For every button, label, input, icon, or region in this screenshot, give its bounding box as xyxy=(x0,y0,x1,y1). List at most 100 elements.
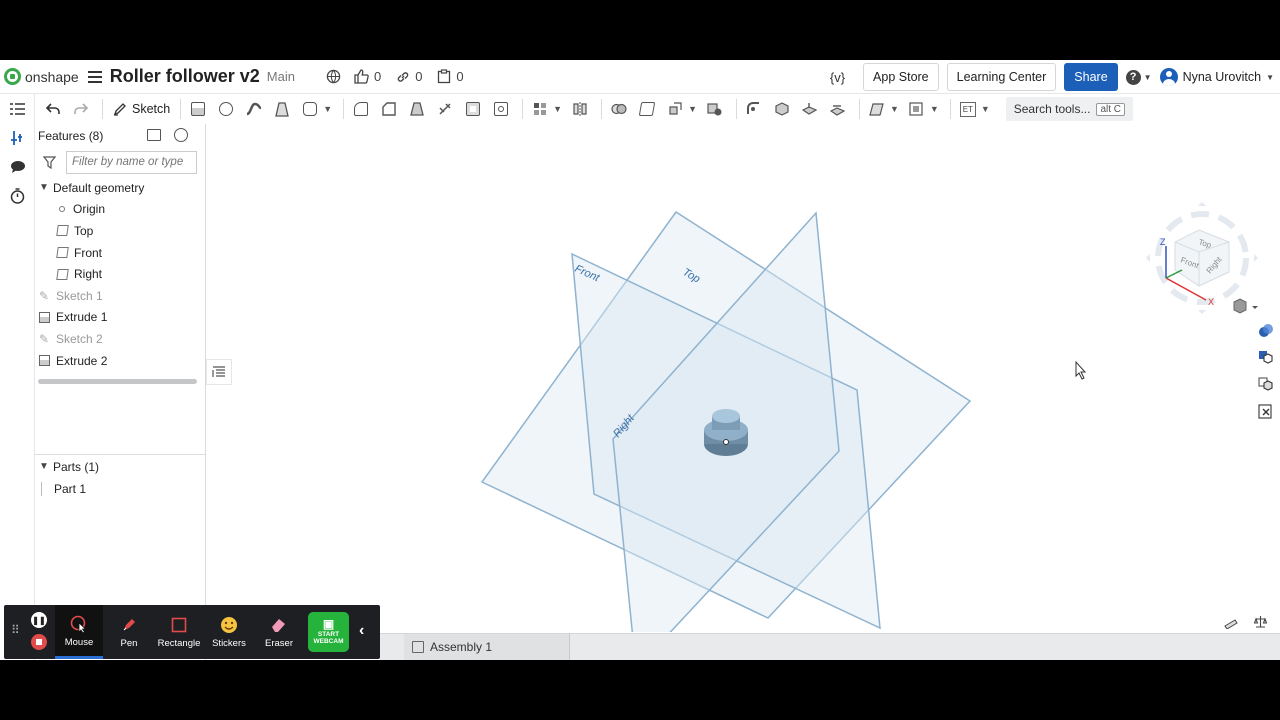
tree-group-parts[interactable]: ▼ Parts (1) xyxy=(35,456,99,478)
undo-icon[interactable] xyxy=(41,97,65,121)
rollback-timer-icon[interactable] xyxy=(174,128,188,142)
mass-properties-icon[interactable] xyxy=(1253,615,1268,633)
replace-face-icon[interactable] xyxy=(826,97,850,121)
fillet-icon[interactable] xyxy=(349,97,373,121)
chevron-down-icon[interactable]: ▼ xyxy=(553,104,562,114)
variables-icon[interactable]: {v} xyxy=(830,70,845,85)
measure-icon[interactable] xyxy=(1224,616,1238,634)
rollback-bar[interactable] xyxy=(38,379,197,385)
variable-table-icon[interactable] xyxy=(1254,400,1278,424)
hole-icon[interactable] xyxy=(489,97,513,121)
feature-sketch-1[interactable]: ✎ Sketch 1 xyxy=(35,285,205,307)
delete-face-icon[interactable] xyxy=(770,97,794,121)
plane-icon[interactable] xyxy=(865,97,889,121)
add-folder-icon[interactable] xyxy=(147,129,161,141)
tool-mouse[interactable]: Mouse xyxy=(55,605,103,659)
parts-divider xyxy=(35,454,206,455)
help-menu[interactable]: ? ▼ xyxy=(1125,69,1152,85)
feature-origin[interactable]: Origin xyxy=(35,199,205,221)
pause-icon[interactable]: ❚❚ xyxy=(31,612,47,628)
feature-toolbar: Sketch ▼ ▼ ▼ ▼ ▼ ET ▼ Search tools... al… xyxy=(35,94,1280,124)
like-button[interactable]: 0 xyxy=(353,69,381,84)
drag-handle-icon[interactable]: ⠿ xyxy=(11,623,20,637)
modify-fillet-icon[interactable] xyxy=(742,97,766,121)
extrude-icon[interactable] xyxy=(186,97,210,121)
feature-right-plane[interactable]: Right xyxy=(35,263,205,285)
plane-icon xyxy=(56,247,69,259)
rib-icon[interactable] xyxy=(433,97,457,121)
part-item[interactable]: Part 1 xyxy=(35,478,86,500)
tab-assembly-1[interactable]: Assembly 1 xyxy=(404,634,570,660)
delete-part-icon[interactable] xyxy=(703,97,727,121)
chevron-down-icon: ▼ xyxy=(1143,72,1152,82)
tool-pen[interactable]: Pen xyxy=(105,605,153,659)
graphics-viewport[interactable]: Front Top Right Top Front Right Z X xyxy=(206,124,1280,660)
chevron-down-icon[interactable]: ▼ xyxy=(35,182,53,193)
share-button[interactable]: Share xyxy=(1064,63,1118,91)
tree-group-default-geometry[interactable]: ▼ Default geometry xyxy=(35,177,205,199)
appearance-icon[interactable] xyxy=(1254,319,1278,343)
comments-icon[interactable] xyxy=(0,152,35,181)
chevron-down-icon[interactable]: ▼ xyxy=(981,104,990,114)
chevron-down-icon[interactable]: ▼ xyxy=(35,461,53,472)
main-menu-icon[interactable] xyxy=(87,70,102,83)
thumbs-up-icon xyxy=(354,69,369,84)
public-globe-icon[interactable] xyxy=(326,69,341,84)
feature-top-plane[interactable]: Top xyxy=(35,220,205,242)
draft-icon[interactable] xyxy=(405,97,429,121)
chevron-down-icon: ▼ xyxy=(1266,72,1274,82)
move-face-icon[interactable] xyxy=(798,97,822,121)
section-view-icon[interactable] xyxy=(1254,373,1278,397)
configurations-icon[interactable] xyxy=(0,123,35,152)
chamfer-icon[interactable] xyxy=(377,97,401,121)
app-store-button[interactable]: App Store xyxy=(863,63,939,91)
sweep-icon[interactable] xyxy=(242,97,266,121)
loft-icon[interactable] xyxy=(270,97,294,121)
thicken-icon[interactable] xyxy=(298,97,322,121)
document-title[interactable]: Roller follower v2 xyxy=(110,66,260,87)
filter-input[interactable] xyxy=(66,150,197,174)
copies-button[interactable]: 0 xyxy=(437,69,464,84)
tool-stickers[interactable]: Stickers xyxy=(205,605,253,659)
group-label: Default geometry xyxy=(53,180,145,195)
tool-eraser[interactable]: Eraser xyxy=(255,605,303,659)
collapse-chevron-icon[interactable]: ‹ xyxy=(359,622,364,640)
shell-icon[interactable] xyxy=(461,97,485,121)
redo-icon[interactable] xyxy=(69,97,93,121)
workspace-branch[interactable]: Main xyxy=(267,69,295,84)
parts-view-icon[interactable] xyxy=(1254,346,1278,370)
svg-text:Z: Z xyxy=(1160,237,1166,247)
eraser-icon xyxy=(270,615,288,635)
mirror-icon[interactable] xyxy=(568,97,592,121)
feature-sketch-2[interactable]: ✎ Sketch 2 xyxy=(35,328,205,350)
version-history-icon[interactable] xyxy=(0,181,35,210)
pattern-icon[interactable] xyxy=(528,97,552,121)
sketch-button[interactable]: Sketch xyxy=(108,102,175,116)
chevron-down-icon[interactable]: ▼ xyxy=(930,104,939,114)
tool-rectangle[interactable]: Rectangle xyxy=(155,605,203,659)
stop-icon[interactable] xyxy=(31,634,47,650)
clipboard-icon xyxy=(438,69,451,84)
start-webcam-button[interactable]: ▣ START WEBCAM xyxy=(308,612,349,652)
feature-front-plane[interactable]: Front xyxy=(35,242,205,264)
user-name: Nyna Urovitch xyxy=(1182,70,1262,84)
feature-list-icon[interactable] xyxy=(0,94,35,123)
revolve-icon[interactable] xyxy=(214,97,238,121)
filter-icon[interactable] xyxy=(43,155,56,169)
mouse-cursor-icon xyxy=(70,614,88,634)
onshape-logo[interactable]: onshape xyxy=(4,68,79,85)
chevron-down-icon[interactable]: ▼ xyxy=(323,104,332,114)
feature-extrude-1[interactable]: Extrude 1 xyxy=(35,307,205,329)
custom-features-icon[interactable]: ET xyxy=(956,97,980,121)
mate-connector-icon[interactable] xyxy=(905,97,929,121)
learning-center-button[interactable]: Learning Center xyxy=(946,63,1057,91)
chevron-down-icon[interactable]: ▼ xyxy=(890,104,899,114)
boolean-icon[interactable] xyxy=(607,97,631,121)
feature-extrude-2[interactable]: Extrude 2 xyxy=(35,350,205,372)
split-icon[interactable] xyxy=(635,97,659,121)
transform-icon[interactable] xyxy=(663,97,687,121)
chevron-down-icon[interactable]: ▼ xyxy=(688,104,697,114)
search-tools-input[interactable]: Search tools... alt C xyxy=(1005,97,1134,121)
links-button[interactable]: 0 xyxy=(396,69,422,84)
user-menu[interactable]: Nyna Urovitch ▼ xyxy=(1159,68,1274,86)
